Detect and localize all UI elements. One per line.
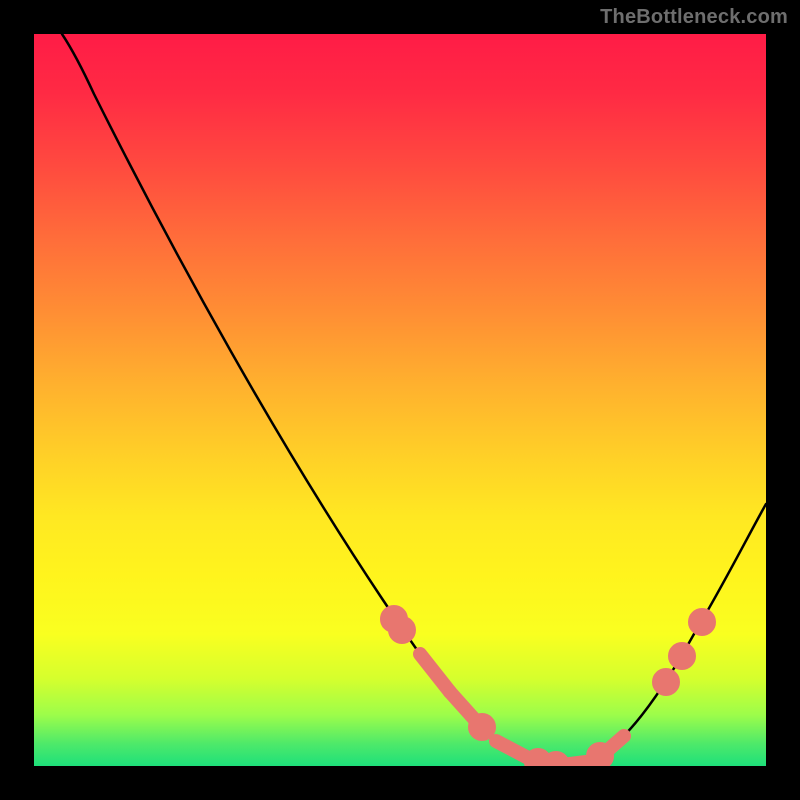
data-points bbox=[387, 612, 709, 766]
curve-svg bbox=[34, 34, 766, 766]
chart-container: TheBottleneck.com bbox=[0, 0, 800, 800]
watermark-text: TheBottleneck.com bbox=[600, 6, 788, 29]
plot-area bbox=[34, 34, 766, 766]
